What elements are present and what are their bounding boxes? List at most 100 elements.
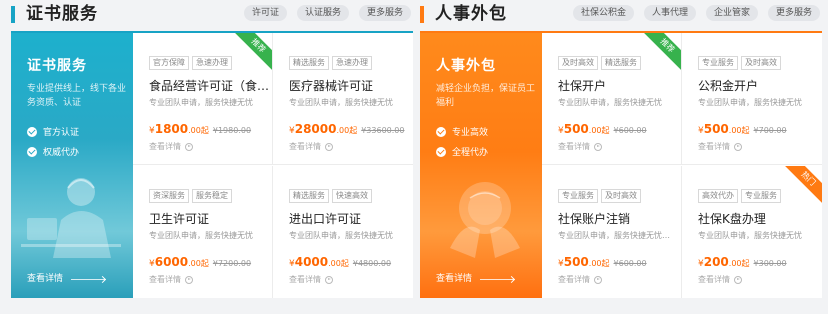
price-value: 500 [703,122,729,136]
banner-feature: 官方认证 [27,125,79,138]
banner-feature: 专业高效 [436,125,488,138]
detail-label: 查看详情 [149,142,181,151]
card-description: 专业团队申请，服务快捷无忧… [558,231,670,240]
card-title[interactable]: 进出口许可证 [289,210,361,227]
tag: 资深服务 [149,189,189,203]
price-value: 28000 [294,122,337,136]
banner-title: 证书服务 [27,58,87,74]
price-value: 6000 [154,255,189,269]
product-card[interactable]: 热门 高效代办 专业服务 社保K盘办理 专业团队申请，服务快捷无忧 ¥200.0… [682,166,822,298]
link-more-services[interactable]: 更多服务 [358,5,411,21]
play-circle-icon [325,142,333,151]
play-circle-icon [185,275,193,284]
page: 证书服务 许可证 认证服务 更多服务 证书服务 专业提供线上，线下各业务资质、认… [0,0,828,314]
price-unit: .00起 [188,259,209,268]
section-links: 社保公积金 人事代理 企业管家 更多服务 [563,5,820,21]
card-title[interactable]: 社保账户注销 [558,210,630,227]
tag: 急速办理 [192,56,232,70]
detail-link[interactable]: 查看详情 [289,274,333,285]
link-enterprise-butler[interactable]: 企业管家 [705,5,758,21]
play-circle-icon [594,275,602,284]
check-circle-icon [27,126,37,137]
tag: 急速办理 [332,56,372,70]
product-grid: 推荐 及时高效 精选服务 社保开户 专业团队申请，服务快捷无忧 ¥500.00起… [542,33,822,298]
section-certificate-services: 证书服务 许可证 认证服务 更多服务 证书服务 专业提供线上，线下各业务资质、认… [11,0,413,298]
price-unit: .00起 [728,126,750,135]
price-value: 500 [563,122,589,136]
banner-more-link[interactable]: 查看详情 [27,271,63,284]
arrow-right-icon [71,279,105,280]
detail-label: 查看详情 [698,275,730,284]
price: ¥1800.00起 ¥1980.00 [149,122,251,136]
product-card[interactable]: 专业服务 及时高效 公积金开户 专业团队申请，服务快捷无忧 ¥500.00起 ¥7… [682,33,822,165]
product-grid: 推荐 官方保障 急速办理 食品经营许可证（食… 专业团队申请，服务快捷无忧 ¥1… [133,33,413,298]
original-price: ¥4800.00 [352,259,392,268]
product-card[interactable]: 推荐 官方保障 急速办理 食品经营许可证（食… 专业团队申请，服务快捷无忧 ¥1… [133,33,273,165]
banner-title: 人事外包 [436,58,496,74]
link-more-services[interactable]: 更多服务 [767,5,820,21]
banner-more-link[interactable]: 查看详情 [436,271,472,284]
price: ¥6000.00起 ¥7200.00 [149,255,251,269]
detail-link[interactable]: 查看详情 [149,141,193,152]
tag-list: 资深服务 服务稳定 [149,189,235,203]
original-price: ¥300.00 [753,259,787,268]
detail-label: 查看详情 [558,275,590,284]
link-hr-agency[interactable]: 人事代理 [643,5,696,21]
card-title[interactable]: 社保K盘办理 [698,210,766,227]
banner[interactable]: 证书服务 专业提供线上，线下各业务资质、认证 官方认证 权威代办 查看详情 [11,33,133,298]
arrow-right-icon [480,279,514,280]
card-description: 专业团队申请，服务快捷无忧 [149,98,253,107]
detail-label: 查看详情 [289,142,321,151]
card-title[interactable]: 社保开户 [558,77,606,94]
price-value: 500 [563,255,589,269]
tag-list: 专业服务 及时高效 [558,189,644,203]
price-unit: .00起 [728,259,750,268]
banner-feature-label: 全程代办 [452,148,489,158]
price-value: 4000 [294,255,329,269]
section-hr-outsourcing: 人事外包 社保公积金 人事代理 企业管家 更多服务 人事外包 减轻企业负担，保证… [420,0,822,298]
product-card[interactable]: 资深服务 服务稳定 卫生许可证 专业团队申请，服务快捷无忧 ¥6000.00起 ¥… [133,166,273,298]
check-circle-icon [436,126,446,137]
detail-link[interactable]: 查看详情 [698,274,742,285]
card-title[interactable]: 公积金开户 [698,77,758,94]
product-card[interactable]: 精选服务 急速办理 医疗器械许可证 专业团队申请，服务快捷无忧 ¥28000.0… [273,33,413,165]
detail-link[interactable]: 查看详情 [558,141,602,152]
product-card[interactable]: 专业服务 及时高效 社保账户注销 专业团队申请，服务快捷无忧… ¥500.00起… [542,166,682,298]
hands-globe-illustration [450,182,520,258]
banner-feature: 权威代办 [27,145,79,158]
price: ¥500.00起 ¥700.00 [698,122,787,136]
card-title[interactable]: 食品经营许可证（食… [149,77,269,94]
card-title[interactable]: 医疗器械许可证 [289,77,373,94]
card-title[interactable]: 卫生许可证 [149,210,209,227]
price-unit: .00起 [588,259,610,268]
product-card[interactable]: 精选服务 快速高效 进出口许可证 专业团队申请，服务快捷无忧 ¥4000.00起… [273,166,413,298]
original-price: ¥700.00 [753,126,787,135]
price-value: 200 [703,255,729,269]
price-unit: .00起 [328,259,349,268]
link-social-security-fund[interactable]: 社保公积金 [572,5,634,21]
original-price: ¥600.00 [613,259,647,268]
tag: 精选服务 [601,56,641,70]
product-card[interactable]: 推荐 及时高效 精选服务 社保开户 专业团队申请，服务快捷无忧 ¥500.00起… [542,33,682,165]
tag: 及时高效 [558,56,598,70]
hot-ribbon: 热门 [777,166,822,210]
tag-list: 官方保障 急速办理 [149,56,235,70]
price-value: 1800 [154,122,189,136]
tag-list: 专业服务 及时高效 [698,56,784,70]
detail-link[interactable]: 查看详情 [149,274,193,285]
tag: 专业服务 [698,56,738,70]
tag: 专业服务 [741,189,781,203]
section-accent-bar [420,6,424,23]
play-circle-icon [734,142,742,151]
detail-link[interactable]: 查看详情 [558,274,602,285]
detail-link[interactable]: 查看详情 [289,141,333,152]
section-title: 证书服务 [26,4,98,24]
tag: 及时高效 [741,56,781,70]
banner-subtitle: 减轻企业负担，保证员工福利 [436,84,536,108]
price-unit: .00起 [336,126,358,135]
banner[interactable]: 人事外包 减轻企业负担，保证员工福利 专业高效 全程代办 查看详情 [420,33,542,298]
link-certification[interactable]: 认证服务 [296,5,349,21]
link-license[interactable]: 许可证 [243,5,287,21]
detail-link[interactable]: 查看详情 [698,141,742,152]
tag-list: 精选服务 急速办理 [289,56,375,70]
